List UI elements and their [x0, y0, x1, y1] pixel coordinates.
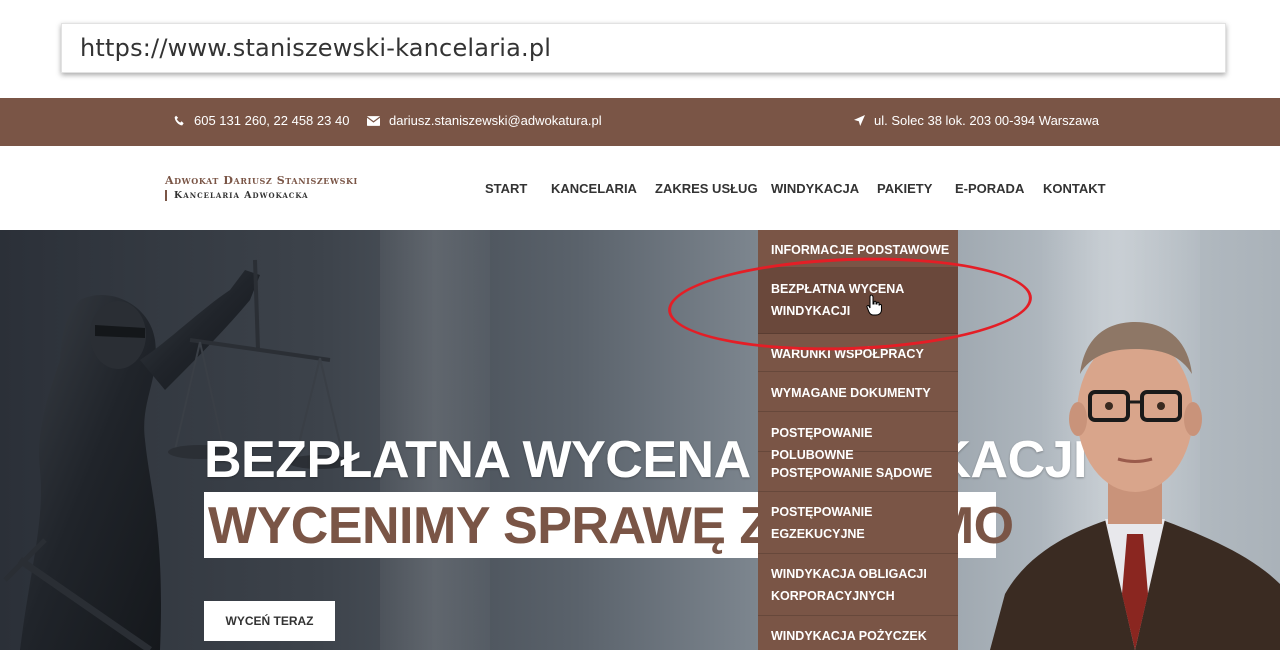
address-bar[interactable]: https://www.staniszewski-kancelaria.pl: [61, 23, 1226, 73]
nav-zakres-uslug[interactable]: ZAKRES USŁUG: [655, 181, 758, 196]
location-arrow-icon: [854, 115, 865, 126]
main-navigation: Adwokat Dariusz Staniszewski Kancelaria …: [0, 146, 1280, 230]
dropdown-item-sadowe[interactable]: POSTĘPOWANIE SĄDOWE: [758, 452, 958, 492]
dropdown-item-obligacje[interactable]: WINDYKACJA OBLIGACJI KORPORACYJNYCH: [758, 554, 958, 616]
envelope-icon: [367, 115, 380, 126]
nav-kontakt[interactable]: KONTAKT: [1043, 181, 1106, 196]
nav-pakiety[interactable]: PAKIETY: [877, 181, 932, 196]
logo-line-1: Adwokat Dariusz Staniszewski: [165, 174, 358, 187]
logo[interactable]: Adwokat Dariusz Staniszewski Kancelaria …: [165, 174, 358, 201]
dropdown-item-dokumenty[interactable]: WYMAGANE DOKUMENTY: [758, 372, 958, 412]
windykacja-dropdown: INFORMACJE PODSTAWOWE BEZPŁATNA WYCENA W…: [758, 230, 958, 650]
nav-start[interactable]: START: [485, 181, 527, 196]
lawyer-portrait-image: [990, 322, 1280, 650]
hero-banner: BEZPŁATNA WYCENA WINDYKACJI WYCENIMY SPR…: [0, 230, 1280, 650]
cta-button[interactable]: WYCEŃ TERAZ: [204, 601, 335, 641]
phone-icon: [174, 115, 184, 126]
nav-kancelaria[interactable]: KANCELARIA: [551, 181, 637, 196]
browser-chrome: https://www.staniszewski-kancelaria.pl: [0, 0, 1280, 98]
url-text[interactable]: https://www.staniszewski-kancelaria.pl: [80, 34, 551, 62]
logo-line-2: Kancelaria Adwokacka: [165, 190, 358, 201]
phone-text[interactable]: 605 131 260, 22 458 23 40: [194, 113, 349, 128]
dropdown-item-polubowne[interactable]: POSTĘPOWANIE POLUBOWNE: [758, 412, 958, 462]
phone-info: 605 131 260, 22 458 23 40: [174, 113, 349, 128]
dropdown-item-informacje[interactable]: INFORMACJE PODSTAWOWE: [758, 230, 958, 268]
contact-bar: 605 131 260, 22 458 23 40 dariusz.stanis…: [0, 98, 1280, 146]
nav-e-porada[interactable]: E-PORADA: [955, 181, 1024, 196]
address-text: ul. Solec 38 lok. 203 00-394 Warszawa: [874, 113, 1099, 128]
dropdown-item-pozyczki[interactable]: WINDYKACJA POŻYCZEK: [758, 616, 958, 656]
dropdown-item-warunki[interactable]: WARUNKI WSPÓŁPRACY: [758, 334, 958, 372]
email-link[interactable]: dariusz.staniszewski@adwokatura.pl: [389, 113, 602, 128]
dropdown-item-egzekucyjne[interactable]: POSTĘPOWANIE EGZEKUCYJNE: [758, 492, 958, 554]
hand-cursor-icon: [866, 294, 882, 316]
email-info: dariusz.staniszewski@adwokatura.pl: [367, 113, 602, 128]
dropdown-item-bezplatna-wycena[interactable]: BEZPŁATNA WYCENA WINDYKACJI: [758, 268, 958, 334]
address-info: ul. Solec 38 lok. 203 00-394 Warszawa: [854, 113, 1099, 128]
nav-windykacja[interactable]: WINDYKACJA: [771, 181, 859, 196]
